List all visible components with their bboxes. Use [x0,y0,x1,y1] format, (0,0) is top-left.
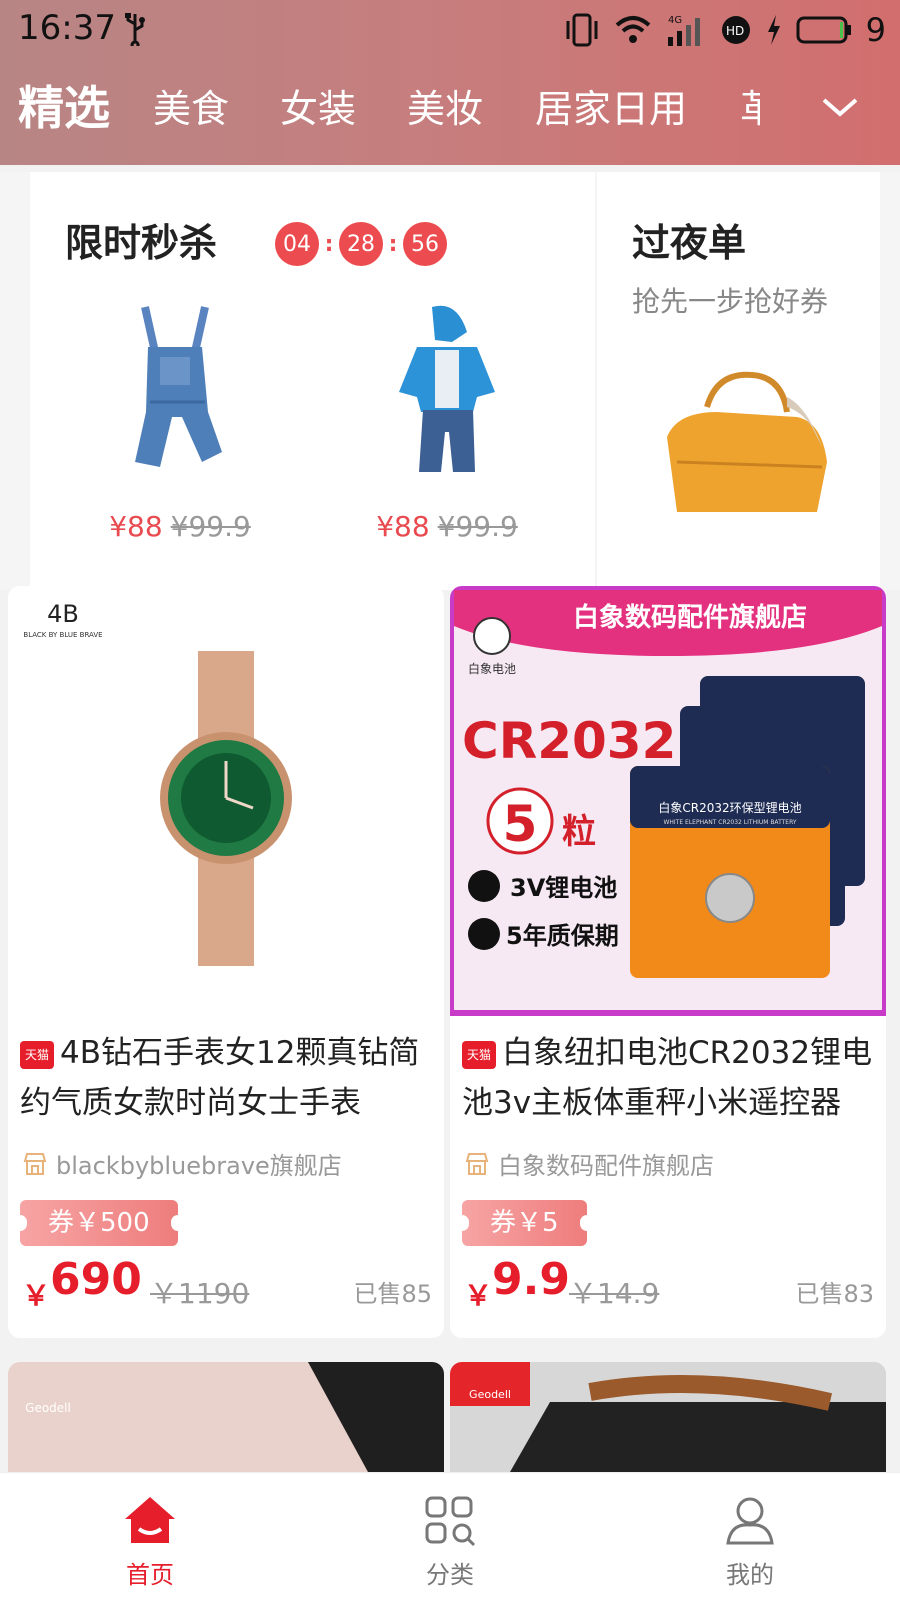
svg-text:4B: 4B [47,600,79,628]
shop-icon [23,1152,47,1175]
overnight-subtitle: 抢先一步抢好券 [632,285,829,318]
flash-sale-panel[interactable]: 限时秒杀 04 : 28 : 56 ¥88 ¥99.9 ¥88 ¥99.9 [30,172,595,590]
count-text: 5 [503,795,538,853]
nav-category[interactable]: 分类 [300,1473,600,1600]
header: 16:37 4G HD 9 精选 美食 女装 美妆 居家日用 革 [0,0,900,165]
product-title: 天猫 白象纽扣电池CR2032锂电池3v主板体重秤小米遥控器 [462,1035,873,1121]
hd-icon: HD [721,16,750,44]
model-text: CR2032 [462,712,676,770]
category-tabs: 精选 美食 女装 美妆 居家日用 革 [0,78,900,148]
flash-item[interactable]: ¥88 ¥99.9 [80,302,280,572]
wifi-icon [615,16,650,43]
brand-text: 白象电池 [468,661,516,676]
store-banner-text: 白象数码配件旗舰店 [573,602,807,633]
product-card[interactable]: 4B BLACK BY BLUE BRAVE 天猫 4B钻石手表女12颗真钻简约气… [8,586,444,1338]
countdown-minutes: 28 [339,222,383,266]
product-image-partial: Geodell [8,1362,444,1472]
tab-featured[interactable]: 精选 [18,72,110,138]
currency-symbol: ￥ [464,1279,493,1312]
currency-symbol: ￥ [22,1279,51,1312]
profile-icon [726,1497,774,1545]
battery-icon [796,16,851,44]
nav-home[interactable]: 首页 [0,1473,300,1600]
original-price: ￥14.9 [569,1277,660,1310]
tab-beauty[interactable]: 美妆 [407,78,483,133]
nav-profile[interactable]: 我的 [600,1473,900,1600]
original-price: ￥1190 [150,1277,250,1310]
product-image-partial: Geodell [450,1362,886,1472]
sold-count: 已售83 [795,1280,874,1308]
count-unit-text: 粒 [562,812,596,852]
overalls-image [135,306,222,467]
status-bar: 16:37 4G HD 9 [0,0,900,60]
category-icon [425,1496,476,1547]
overnight-deals-panel[interactable]: 过夜单 抢先一步抢好券 [597,172,880,590]
tab-food[interactable]: 美食 [153,78,229,133]
coupon-badge[interactable]: 券￥500 [13,1200,185,1246]
price-row: ￥ 9.9 ￥14.9 已售83 [464,1254,874,1314]
feature-text: 3V锂电池 [510,874,617,902]
feature-text: 5年质保期 [506,922,619,950]
flash-item-price: ¥88 ¥99.9 [376,510,518,543]
tab-partial[interactable]: 革 [740,78,760,133]
tmall-badge: 天猫 [20,1041,54,1069]
current-price: 9.9 [492,1254,570,1305]
flash-item-price: ¥88 ¥99.9 [109,510,251,543]
chevron-down-icon[interactable] [820,92,860,122]
price-row: ￥ 690 ￥1190 已售85 [22,1254,432,1314]
current-price: 690 [50,1254,142,1305]
sold-count: 已售85 [353,1280,432,1308]
status-time: 16:37 [18,8,116,48]
product-card[interactable]: 白象数码配件旗舰店 白象电池 CR2032 5 粒 3V锂电池 5年质保期 白象… [450,586,886,1338]
home-icon [125,1497,175,1543]
shop-name[interactable]: blackbybluebrave旗舰店 [22,1146,342,1181]
pack-label-text: 白象CR2032环保型锂电池 [658,800,801,815]
pack-sub-text: WHITE ELEPHANT CR2032 LITHIUM BATTERY [663,819,796,826]
countdown-seconds: 56 [403,222,447,266]
coupon-badge[interactable]: 券￥5 [455,1200,594,1246]
brand-logo-text: BLACK BY BLUE BRAVE [23,631,102,639]
vibrate-icon [566,13,598,47]
watch-image: 4B BLACK BY BLUE BRAVE [8,586,444,1016]
svg-text:Geodell: Geodell [469,1388,511,1401]
status-icons: 4G HD 9 [564,10,886,50]
svg-text:HD: HD [726,24,744,38]
shop-name[interactable]: 白象数码配件旗舰店 [464,1146,714,1181]
charging-icon [767,15,780,45]
svg-text:Geodell: Geodell [25,1401,71,1415]
tab-womens[interactable]: 女装 [280,78,356,133]
product-card-partial[interactable]: Geodell [450,1362,886,1472]
tmall-badge: 天猫 [462,1041,496,1069]
flash-sale-title: 限时秒杀 [65,221,218,265]
overnight-title: 过夜单 [632,221,747,265]
kids-outfit-image [399,305,495,472]
promo-section: 限时秒杀 04 : 28 : 56 ¥88 ¥99.9 ¥88 ¥99.9 过夜… [0,172,900,590]
shop-icon [465,1152,489,1175]
product-title: 天猫 4B钻石手表女12颗真钻简约气质女款时尚女士手表 [20,1035,420,1121]
countdown-hours: 04 [275,222,319,266]
battery-product-image: 白象数码配件旗舰店 白象电池 CR2032 5 粒 3V锂电池 5年质保期 白象… [450,586,886,1016]
handbag-image [667,371,827,512]
battery-level: 9 [865,11,886,49]
product-card-partial[interactable]: Geodell [8,1362,444,1472]
flash-item[interactable]: ¥88 ¥99.9 [347,302,547,572]
tab-home[interactable]: 居家日用 [535,78,687,133]
usb-icon [125,13,145,46]
svg-text:4G: 4G [668,15,682,26]
countdown-timer: 04 : 28 : 56 [275,222,447,266]
signal-icon: 4G [667,15,700,46]
bottom-nav: 首页 分类 我的 [0,1472,900,1600]
